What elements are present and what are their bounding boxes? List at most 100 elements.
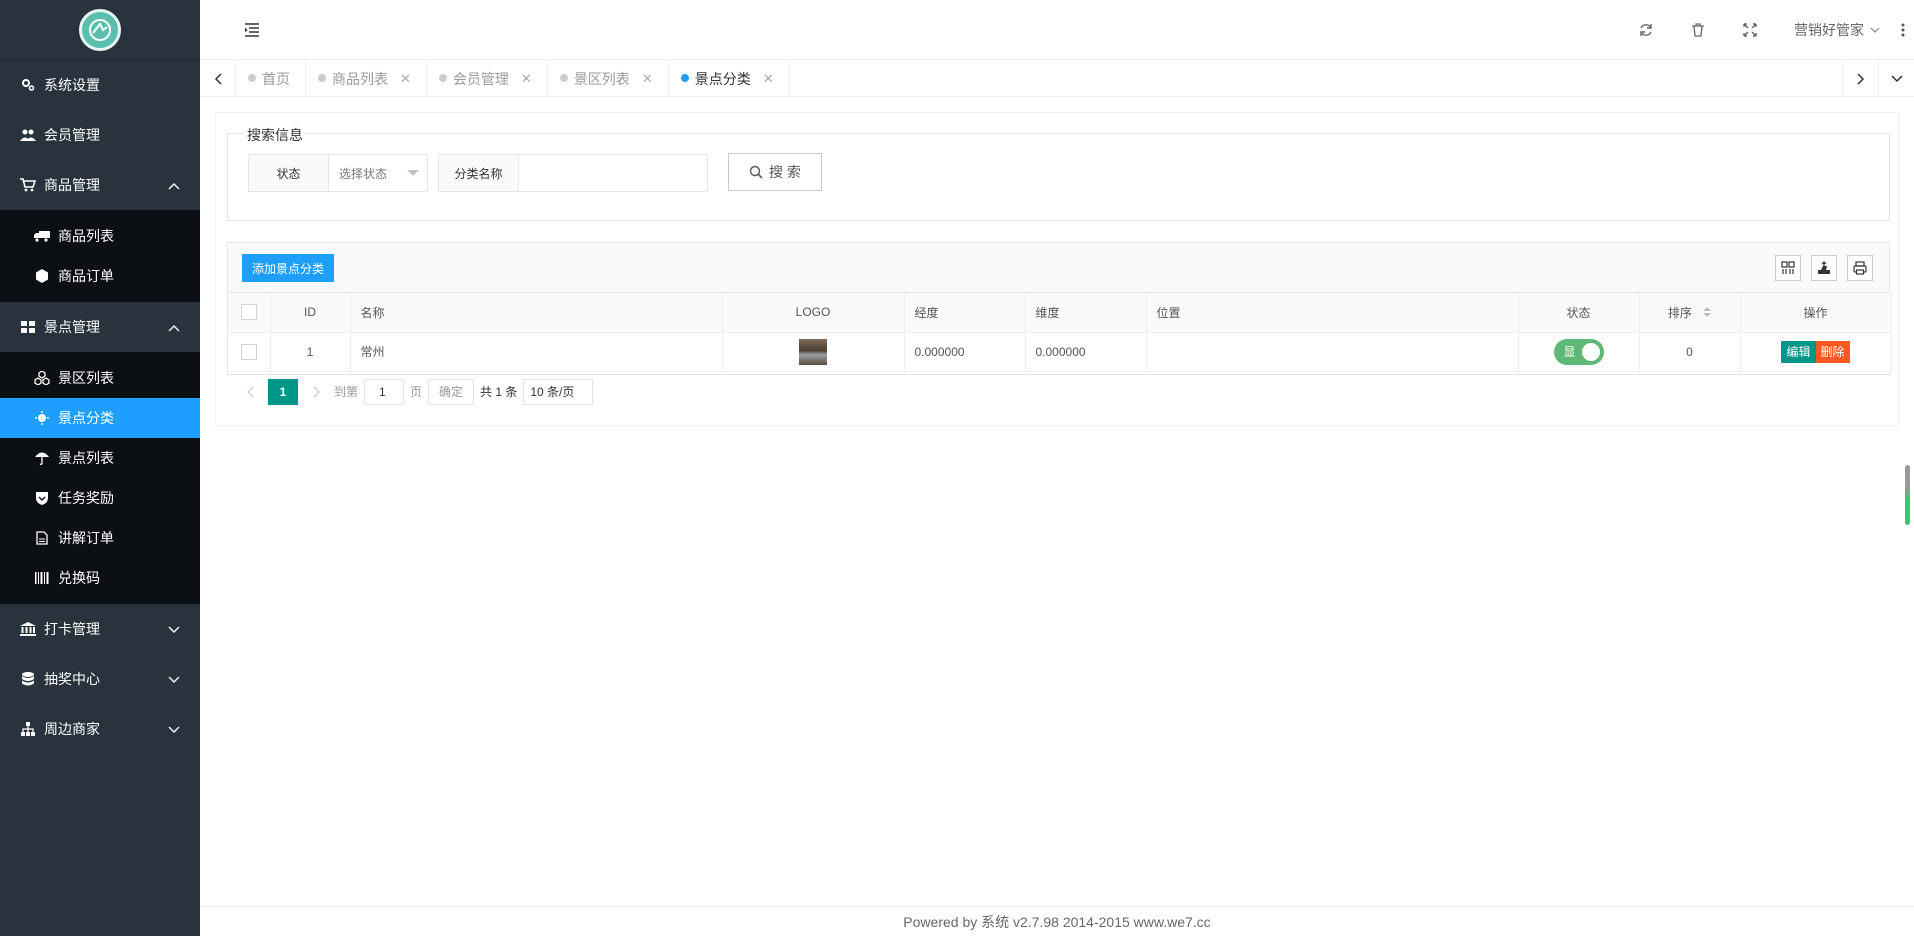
delete-button[interactable]: 删除 xyxy=(1815,340,1850,363)
cart-icon xyxy=(20,177,36,193)
tab-scenic-area-list[interactable]: 景区列表 ✕ xyxy=(548,60,669,97)
sidebar-item-scenic[interactable]: 景点管理 xyxy=(0,302,200,352)
tab-dot xyxy=(438,74,447,82)
search-button[interactable]: 搜 索 xyxy=(728,153,822,191)
user-menu[interactable]: 营销好管家 xyxy=(1776,0,1892,60)
grid-icon xyxy=(20,319,36,335)
close-icon[interactable]: ✕ xyxy=(763,71,774,87)
select-all-cell xyxy=(228,293,271,333)
sidebar-item-label: 系统设置 xyxy=(44,77,100,93)
close-icon[interactable]: ✕ xyxy=(400,71,411,87)
menu-toggle-icon[interactable] xyxy=(242,20,262,40)
tabs-prev-icon[interactable] xyxy=(200,60,236,97)
tab-label: 景点分类 xyxy=(694,70,751,87)
close-icon[interactable]: ✕ xyxy=(642,71,653,87)
sidebar-item-scenic-area-list[interactable]: 景区列表 xyxy=(0,358,200,398)
users-icon xyxy=(20,127,36,143)
page-jump-input[interactable]: 1 xyxy=(364,378,405,405)
sidebar-item-lottery[interactable]: 抽奖中心 xyxy=(0,654,200,704)
sidebar-item-label: 会员管理 xyxy=(44,127,100,143)
tab-home[interactable]: 首页 xyxy=(236,60,306,97)
cube-icon xyxy=(34,268,50,284)
sidebar-item-members[interactable]: 会员管理 xyxy=(0,110,200,160)
tab-label: 景区列表 xyxy=(573,70,630,87)
toggle-knob xyxy=(1581,342,1600,361)
sidebar-item-label: 讲解订单 xyxy=(58,530,114,546)
sidebar-item-scenic-list[interactable]: 景点列表 xyxy=(0,438,200,478)
row-checkbox[interactable] xyxy=(240,343,257,360)
umbrella-icon xyxy=(34,450,50,466)
status-toggle[interactable]: 显 xyxy=(1553,338,1604,365)
sidebar-item-task-reward[interactable]: 任务奖励 xyxy=(0,478,200,518)
tab-members[interactable]: 会员管理 ✕ xyxy=(427,60,548,97)
page-unit-label: 页 xyxy=(410,385,423,399)
chevron-down-icon xyxy=(168,621,180,637)
tabs-dropdown-icon[interactable] xyxy=(1878,60,1914,97)
export-icon[interactable] xyxy=(1811,255,1837,281)
sidebar-item-system-settings[interactable]: 系统设置 xyxy=(0,60,200,110)
sidebar-item-label: 兑换码 xyxy=(58,570,100,586)
sidebar-item-label: 商品列表 xyxy=(58,228,114,244)
search-legend: 搜索信息 xyxy=(244,125,306,145)
search-icon xyxy=(749,165,763,179)
sidebar-item-nearby-merchants[interactable]: 周边商家 xyxy=(0,704,200,754)
cell-longitude: 0.000000 xyxy=(904,332,1026,372)
tab-scenic-category[interactable]: 景点分类 ✕ xyxy=(669,60,790,97)
logo-thumbnail[interactable] xyxy=(799,338,827,365)
logo-icon[interactable] xyxy=(79,8,121,51)
fullscreen-icon[interactable] xyxy=(1724,0,1776,60)
sidebar-item-label: 商品订单 xyxy=(58,268,114,284)
tabs-next-icon[interactable] xyxy=(1842,60,1878,97)
file-icon xyxy=(34,530,50,546)
sidebar-item-checkin[interactable]: 打卡管理 xyxy=(0,604,200,654)
scroll-indicator[interactable] xyxy=(1905,465,1910,525)
page-footer: Powered by 系统 v2.7.98 2014-2015 www.we7.… xyxy=(200,906,1914,936)
cell-logo xyxy=(722,332,905,372)
sidebar: 系统设置 会员管理 商品管理 商品列表 商品订单 景点管理 景区列表 景点分类 xyxy=(0,0,200,936)
prev-page-icon[interactable] xyxy=(238,379,262,405)
select-all-checkbox[interactable] xyxy=(240,304,257,321)
tab-label: 商品列表 xyxy=(332,70,388,87)
more-vertical-icon[interactable] xyxy=(1892,0,1914,60)
sort-column-header[interactable]: 排序 xyxy=(1639,293,1741,333)
sidebar-item-scenic-category[interactable]: 景点分类 xyxy=(0,398,200,438)
columns-filter-icon[interactable] xyxy=(1775,255,1801,281)
column-header: 维度 xyxy=(1025,293,1147,333)
page-jump-confirm-button[interactable]: 确定 xyxy=(428,378,475,405)
next-page-icon[interactable] xyxy=(304,379,328,405)
status-select[interactable]: 选择状态 xyxy=(329,155,427,191)
sidebar-item-guide-orders[interactable]: 讲解订单 xyxy=(0,518,200,558)
print-icon[interactable] xyxy=(1847,255,1873,281)
table-header-row: ID 名称 LOGO 经度 维度 位置 状态 排序 操作 xyxy=(228,293,1892,333)
shield-icon xyxy=(34,490,50,506)
tab-dot xyxy=(680,74,689,82)
database-icon xyxy=(20,671,36,687)
refresh-icon[interactable] xyxy=(1620,0,1672,60)
gears-icon xyxy=(20,77,36,93)
sort-icon[interactable] xyxy=(1703,306,1712,321)
chevron-up-icon xyxy=(168,319,180,335)
trash-icon[interactable] xyxy=(1672,0,1724,60)
column-header: 经度 xyxy=(904,293,1026,333)
add-category-button[interactable]: 添加景点分类 xyxy=(242,254,335,282)
status-form-item: 状态 选择状态 xyxy=(248,154,428,192)
sidebar-item-goods-list[interactable]: 商品列表 xyxy=(0,216,200,256)
chevron-down-icon xyxy=(168,671,180,687)
tab-goods-list[interactable]: 商品列表 ✕ xyxy=(306,60,427,97)
name-form-item: 分类名称 xyxy=(438,154,708,192)
chevron-down-icon xyxy=(1870,27,1880,33)
sidebar-item-label: 打卡管理 xyxy=(44,621,100,637)
page-size-select[interactable]: 10 条/页 xyxy=(523,378,594,405)
row-select-cell xyxy=(228,332,271,372)
edit-button[interactable]: 编辑 xyxy=(1781,340,1816,363)
category-name-input[interactable] xyxy=(519,155,707,191)
page-current[interactable]: 1 xyxy=(268,378,298,405)
cell-sort: 0 xyxy=(1639,332,1741,372)
column-header: 名称 xyxy=(350,293,723,333)
sidebar-item-goods[interactable]: 商品管理 xyxy=(0,160,200,210)
close-icon[interactable]: ✕ xyxy=(521,71,532,87)
submenu-goods: 商品列表 商品订单 xyxy=(0,210,200,302)
sidebar-item-redeem-code[interactable]: 兑换码 xyxy=(0,558,200,598)
search-fieldset: 搜索信息 状态 选择状态 分类名称 搜 索 xyxy=(227,125,1890,221)
sidebar-item-goods-orders[interactable]: 商品订单 xyxy=(0,256,200,296)
